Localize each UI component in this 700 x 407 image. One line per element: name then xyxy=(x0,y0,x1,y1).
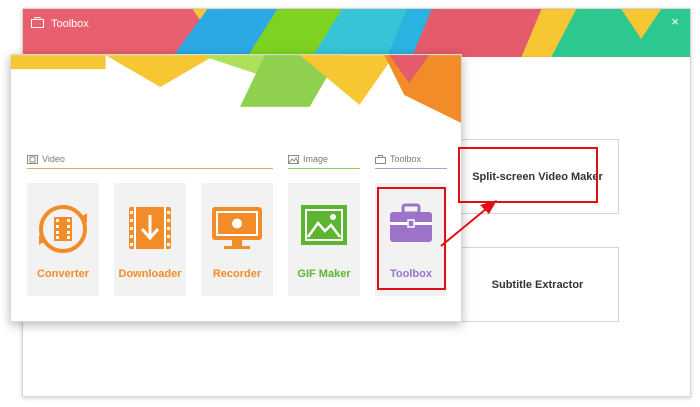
toolbox-section-line xyxy=(375,168,447,169)
toolbox-section-label: Toolbox xyxy=(375,153,421,165)
header-banner xyxy=(11,55,461,123)
close-icon[interactable]: × xyxy=(668,15,682,29)
subtitle-extractor-card[interactable]: Subtitle Extractor xyxy=(456,247,619,322)
split-screen-highlight-box xyxy=(458,147,598,203)
toolbox-highlight-box xyxy=(377,187,446,290)
tile-label: Converter xyxy=(37,268,89,280)
window-title: Toolbox xyxy=(51,18,89,30)
downloader-tile[interactable]: Downloader xyxy=(114,183,186,296)
downloader-icon xyxy=(129,207,171,249)
gif-maker-tile[interactable]: GIF Maker xyxy=(288,183,360,296)
film-icon xyxy=(27,154,38,164)
toolbox-icon xyxy=(375,154,386,164)
video-section-line xyxy=(27,168,273,169)
title-bar xyxy=(23,9,690,57)
image-icon xyxy=(288,154,299,164)
video-section-label: Video xyxy=(27,153,65,165)
recorder-tile[interactable]: Recorder xyxy=(201,183,273,296)
toolbox-app-icon xyxy=(31,17,44,28)
card-label: Subtitle Extractor xyxy=(491,278,584,291)
image-section-label: Image xyxy=(288,153,328,165)
tile-label: Downloader xyxy=(118,268,182,280)
tile-label: Recorder xyxy=(212,268,262,280)
tile-label: GIF Maker xyxy=(297,268,351,280)
recorder-icon xyxy=(212,207,262,249)
gif-maker-icon xyxy=(301,205,347,245)
converter-icon xyxy=(39,205,87,253)
image-section-line xyxy=(288,168,360,169)
converter-tile[interactable]: Converter xyxy=(27,183,99,296)
